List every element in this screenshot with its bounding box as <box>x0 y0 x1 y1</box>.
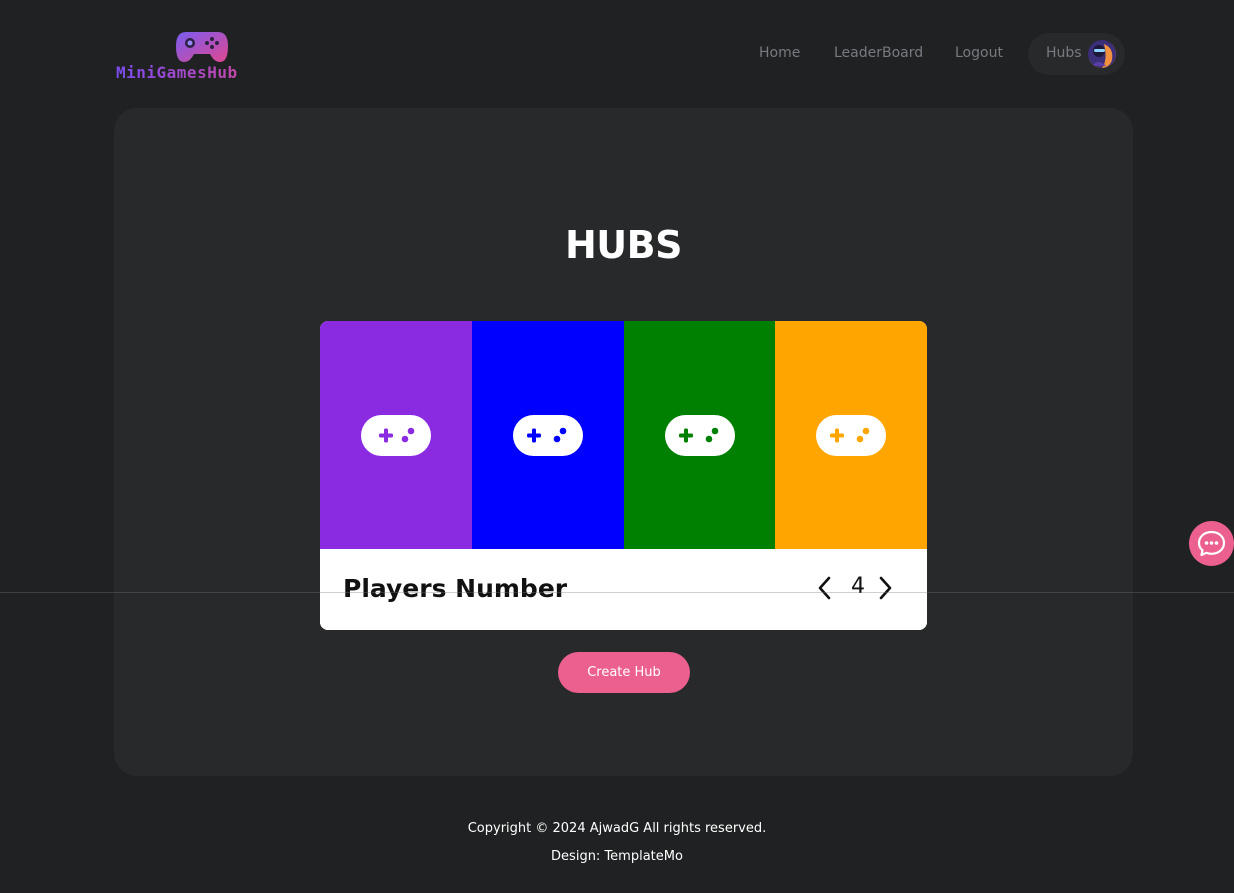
players-stepper: 4 <box>815 572 901 604</box>
site-logo[interactable]: MiniGamesHub <box>114 28 290 84</box>
avatar-image <box>1088 40 1116 68</box>
site-footer: Copyright © 2024 AjwadG All rights reser… <box>0 815 1234 871</box>
gamepad-logo-icon <box>176 32 228 62</box>
create-hub-button[interactable]: Create Hub <box>558 652 690 693</box>
logo-text: MiniGamesHub <box>116 63 290 82</box>
players-count: 4 <box>851 574 865 599</box>
chevron-right-icon[interactable] <box>875 574 895 602</box>
avatar <box>1088 40 1116 68</box>
nav-hubs[interactable]: Hubs <box>1028 33 1125 75</box>
nav-hubs-label: Hubs <box>1046 45 1082 61</box>
hubs-panel: HUBS Players Number 4 Create Hub <box>114 108 1133 776</box>
design-credit: Design: TemplateMo <box>551 849 683 864</box>
overlay-divider <box>0 592 1234 593</box>
players-row: Players Number 4 <box>320 550 927 630</box>
chevron-left-icon[interactable] <box>815 574 835 602</box>
swatch-blue[interactable] <box>472 321 624 549</box>
page-title: HUBS <box>565 223 683 267</box>
swatch-purple[interactable] <box>320 321 472 549</box>
site-header: MiniGamesHub Home LeaderBoard Logout Hub… <box>0 0 1234 108</box>
gamepad-icon <box>816 414 886 456</box>
hub-settings-card: Players Number 4 <box>320 321 927 630</box>
swatch-green[interactable] <box>624 321 776 549</box>
swatch-orange[interactable] <box>775 321 927 549</box>
nav-logout[interactable]: Logout <box>955 45 1003 61</box>
copyright-text: Copyright © 2024 AjwadG All rights reser… <box>467 821 767 836</box>
gamepad-icon <box>513 414 583 456</box>
gamepad-icon <box>665 414 735 456</box>
nav-home[interactable]: Home <box>759 45 800 61</box>
chat-icon[interactable] <box>1189 521 1234 566</box>
nav-leaderboard[interactable]: LeaderBoard <box>834 45 923 61</box>
gamepad-icon <box>361 414 431 456</box>
players-number-label: Players Number <box>343 574 568 603</box>
